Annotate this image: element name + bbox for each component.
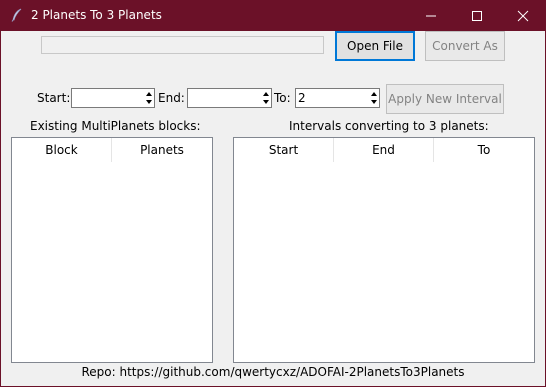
column-header-block[interactable]: Block — [12, 138, 112, 162]
start-label: Start: — [37, 91, 71, 105]
column-header-end[interactable]: End — [334, 138, 434, 162]
blocks-header: Block Planets — [12, 138, 212, 162]
to-label: To: — [274, 91, 291, 105]
column-header-start[interactable]: Start — [234, 138, 334, 162]
intervals-header: Start End To — [234, 138, 534, 162]
window-title: 2 Planets To 3 Planets — [31, 8, 162, 22]
end-spinner-arrows[interactable] — [261, 89, 271, 107]
maximize-button[interactable] — [454, 0, 500, 31]
maximize-icon — [472, 11, 482, 21]
spinner-arrows-icon — [263, 92, 269, 104]
intervals-treeview[interactable]: Start End To — [233, 137, 535, 363]
close-icon — [517, 10, 529, 22]
spinner-arrows-icon — [146, 92, 152, 104]
title-bar[interactable]: 2 Planets To 3 Planets — [0, 0, 546, 31]
app-window: 2 Planets To 3 Planets Open File Convert… — [0, 0, 546, 387]
minimize-button[interactable] — [408, 0, 454, 31]
start-spinbox[interactable] — [71, 88, 155, 108]
apply-new-interval-button[interactable]: Apply New Interval — [386, 84, 504, 114]
minimize-icon — [426, 15, 436, 17]
column-header-to[interactable]: To — [434, 138, 534, 162]
close-button[interactable] — [500, 0, 546, 31]
to-spinner-arrows[interactable] — [369, 89, 379, 107]
spinner-arrows-icon — [371, 92, 377, 104]
start-spinner-arrows[interactable] — [144, 89, 154, 107]
blocks-section-title: Existing MultiPlanets blocks: — [30, 119, 201, 133]
file-path-field[interactable] — [41, 36, 324, 54]
to-spinbox[interactable]: 2 — [295, 88, 380, 108]
end-label: End: — [158, 91, 185, 105]
feather-icon — [10, 8, 24, 22]
intervals-section-title: Intervals converting to 3 planets: — [289, 119, 489, 133]
open-file-button[interactable]: Open File — [335, 31, 415, 61]
blocks-treeview[interactable]: Block Planets — [11, 137, 213, 363]
to-value: 2 — [298, 91, 306, 105]
convert-as-button[interactable]: Convert As — [425, 31, 505, 61]
repo-link[interactable]: Repo: https://github.com/qwertycxz/ADOFA… — [1, 365, 545, 379]
end-spinbox[interactable] — [187, 88, 272, 108]
column-header-planets[interactable]: Planets — [112, 138, 212, 162]
client-area: Open File Convert As Start: End: To: 2 A… — [1, 31, 545, 386]
